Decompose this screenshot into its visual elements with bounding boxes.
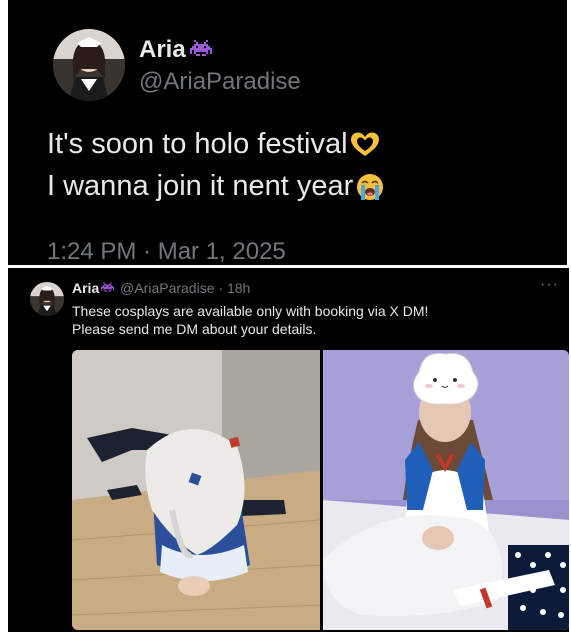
tweet-text-line-1: These cosplays are available only with b…	[72, 303, 429, 319]
tweet-timestamp[interactable]: 1:24 PM · Mar 1, 2025	[47, 238, 286, 265]
display-name[interactable]: Aria	[139, 36, 212, 64]
tweet-photo-2[interactable]	[323, 350, 569, 630]
relative-time[interactable]: 18h	[227, 280, 250, 296]
separator-dot: ·	[218, 280, 224, 296]
tweet-text-line-1: It's soon to holo festival	[47, 128, 380, 161]
user-handle[interactable]: @AriaParadise	[120, 280, 214, 296]
timeline-tweet-panel: Aria @AriaParadise · 18h ··· These cospl…	[8, 268, 569, 632]
tweet-photo-1[interactable]	[72, 350, 320, 630]
tweet-text-line-2: Please send me DM about your details.	[72, 321, 317, 337]
tweet-detail-panel: Aria @AriaParadise It's soon to holo fes…	[8, 0, 567, 265]
tweet-text-line-2: I wanna join it nent year	[47, 170, 385, 203]
space-invader-icon	[101, 282, 115, 292]
tweet-header: Aria @AriaParadise · 18h	[72, 280, 250, 296]
user-handle[interactable]: @AriaParadise	[139, 68, 301, 96]
space-invader-icon	[189, 39, 212, 56]
loudly-crying-face-icon	[357, 174, 384, 201]
more-options-icon[interactable]: ···	[540, 276, 559, 294]
profile-avatar[interactable]	[53, 29, 125, 101]
display-name[interactable]: Aria	[72, 280, 99, 296]
profile-avatar[interactable]	[30, 282, 64, 316]
heart-hands-icon	[350, 132, 379, 157]
